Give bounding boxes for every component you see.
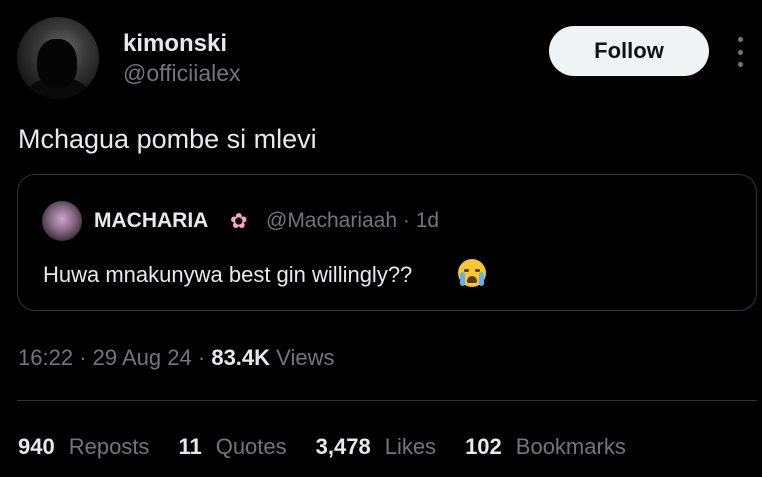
tweet-text: Mchagua pombe si mlevi xyxy=(18,124,317,154)
bookmarks-stat[interactable]: 102 Bookmarks xyxy=(465,434,626,460)
more-dot xyxy=(737,49,743,55)
likes-stat[interactable]: 3,478 Likes xyxy=(316,434,436,460)
quoted-tweet-text: Huwa mnakunywa best gin willingly?? xyxy=(43,262,413,287)
author-avatar[interactable] xyxy=(17,17,99,99)
more-dot xyxy=(737,62,743,67)
author-display-name[interactable]: kimonski xyxy=(123,30,227,58)
follow-button[interactable]: Follow xyxy=(549,26,709,76)
quoted-tweet-card[interactable]: MACHARIA ✿ @Machariaah · 1d Huwa mnakuny… xyxy=(17,174,757,311)
reposts-stat[interactable]: 940 Reposts xyxy=(18,434,149,460)
quoted-author-handle: @Machariaah · 1d xyxy=(266,209,440,232)
views-label: Views xyxy=(276,345,335,370)
tweet-date[interactable]: 29 Aug 24 xyxy=(93,345,192,370)
more-dot xyxy=(737,37,743,42)
quoted-author-name: MACHARIA xyxy=(94,209,209,232)
engagement-stats: 940 Reposts 11 Quotes 3,478 Likes 102 Bo… xyxy=(18,434,655,460)
likes-count: 3,478 xyxy=(315,434,371,459)
eye xyxy=(464,269,469,272)
likes-label: Likes xyxy=(384,434,437,459)
avatar-head xyxy=(37,39,77,87)
tear xyxy=(460,272,465,286)
mouth xyxy=(467,276,477,283)
quotes-stat[interactable]: 11 Quotes xyxy=(178,434,286,460)
meta-separator: · xyxy=(197,345,206,370)
bookmarks-count: 102 xyxy=(465,434,502,459)
views-count: 83.4K xyxy=(211,345,271,370)
tear xyxy=(479,272,484,286)
flower-emoji-icon: ✿ xyxy=(230,210,248,233)
loudly-crying-face-icon xyxy=(458,259,486,287)
author-handle[interactable]: @officiialex xyxy=(123,60,241,87)
meta-separator: · xyxy=(79,345,87,370)
quotes-label: Quotes xyxy=(215,434,287,459)
tweet-meta: 16:22 · 29 Aug 24 · 83.4K Views xyxy=(18,345,334,371)
more-options-icon[interactable] xyxy=(733,37,747,67)
bookmarks-label: Bookmarks xyxy=(515,434,626,459)
quoted-author-avatar xyxy=(42,201,82,241)
tweet-time[interactable]: 16:22 xyxy=(18,345,73,370)
divider xyxy=(17,400,757,401)
quotes-count: 11 xyxy=(178,434,202,459)
reposts-label: Reposts xyxy=(68,434,150,459)
tweet: kimonski @officiialex Follow Mchagua pom… xyxy=(0,0,762,477)
eye xyxy=(475,269,480,272)
reposts-count: 940 xyxy=(18,434,55,459)
